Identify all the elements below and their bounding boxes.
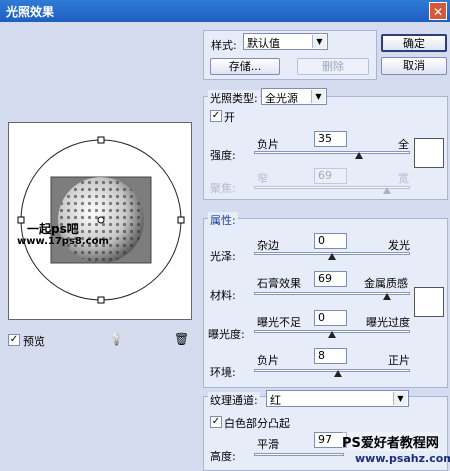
preview-label: 预览	[23, 335, 45, 348]
ambience-right-label: 正片	[388, 354, 410, 367]
style-label: 样式:	[211, 39, 237, 52]
light-handle-left	[17, 216, 25, 224]
texture-channel-value: 红	[270, 394, 281, 407]
site-watermark: PS爱好者教程网	[342, 432, 439, 451]
ambience-slider-track[interactable]	[254, 369, 410, 372]
light-on-label: 开	[224, 111, 235, 124]
gloss-label: 光泽:	[210, 250, 236, 263]
intensity-left-label: 负片	[257, 138, 279, 151]
exposure-left-label: 曝光不足	[257, 316, 301, 329]
ambience-input[interactable]: 8	[314, 348, 347, 364]
style-select[interactable]: 默认值 ▼	[243, 33, 328, 50]
preview-watermark-url: www.17ps8.com	[17, 236, 109, 247]
preview-checkbox[interactable]: ✓	[8, 334, 20, 346]
intensity-label: 强度:	[210, 149, 236, 162]
exposure-label: 曝光度:	[208, 328, 245, 341]
cancel-button[interactable]: 取消	[381, 57, 447, 75]
texture-channel-label: 纹理通道:	[208, 392, 260, 408]
site-watermark-url: www.psahz.com	[355, 452, 450, 465]
height-label: 高度:	[210, 450, 236, 463]
white-high-checkbox[interactable]: ✓	[210, 416, 222, 428]
material-slider-thumb[interactable]	[382, 293, 391, 300]
title-bar	[0, 0, 450, 22]
light-center	[97, 216, 105, 224]
gloss-left-label: 杂边	[257, 239, 279, 252]
preview-watermark: 一起ps吧	[27, 222, 79, 236]
chevron-down-icon: ▼	[393, 392, 407, 405]
light-handle-right	[177, 216, 185, 224]
light-type-group	[203, 96, 448, 200]
focus-slider-thumb[interactable]	[382, 187, 391, 194]
light-bulb-icon[interactable]: 💡	[109, 332, 124, 346]
height-left-label: 平滑	[257, 438, 279, 451]
light-type-select[interactable]: 全光源 ▼	[261, 88, 327, 105]
ambience-label: 环境:	[210, 366, 236, 379]
exposure-input[interactable]: 0	[314, 310, 347, 326]
material-right-label: 金属质感	[364, 277, 408, 290]
focus-left-label: 窄	[257, 172, 268, 185]
style-select-value: 默认值	[247, 37, 280, 50]
intensity-right-label: 全	[398, 138, 409, 151]
ambience-slider-thumb[interactable]	[334, 370, 343, 377]
focus-label: 聚焦:	[210, 182, 236, 195]
exposure-slider-thumb[interactable]	[328, 331, 336, 338]
material-label: 材料:	[210, 289, 236, 302]
ambient-color-swatch[interactable]	[414, 287, 444, 317]
trash-icon[interactable]: 🗑	[174, 332, 189, 346]
focus-right-label: 宽	[398, 172, 409, 185]
properties-header: 属性:	[208, 212, 238, 228]
close-button[interactable]: ✕	[429, 2, 447, 20]
gloss-right-label: 发光	[388, 239, 410, 252]
material-left-label: 石膏效果	[257, 277, 301, 290]
light-type-label: 光照类型:	[208, 90, 260, 106]
chevron-down-icon: ▼	[311, 90, 325, 103]
gloss-input[interactable]: 0	[314, 233, 347, 249]
light-type-select-value: 全光源	[265, 92, 298, 105]
exposure-right-label: 曝光过度	[366, 316, 410, 329]
chevron-down-icon: ▼	[312, 35, 326, 48]
white-high-label: 白色部分凸起	[224, 417, 290, 430]
delete-style-button[interactable]: 删除	[297, 58, 369, 75]
intensity-input[interactable]: 35	[314, 131, 347, 147]
light-color-swatch[interactable]	[414, 138, 444, 168]
light-handle-top	[97, 136, 105, 144]
intensity-slider-thumb[interactable]	[354, 152, 363, 159]
save-style-button[interactable]: 存储...	[210, 58, 280, 75]
height-slider-track[interactable]	[254, 453, 344, 456]
light-on-checkbox[interactable]: ✓	[210, 110, 222, 122]
material-input[interactable]: 69	[314, 271, 347, 287]
window-title: 光照效果	[6, 5, 55, 19]
light-handle-bottom	[97, 296, 105, 304]
intensity-slider-track[interactable]	[254, 151, 410, 154]
ok-button[interactable]: 确定	[381, 34, 447, 52]
ambience-left-label: 负片	[257, 354, 279, 367]
preview-frame: 一起ps吧 www.17ps8.com	[8, 122, 192, 320]
gloss-slider-thumb[interactable]	[328, 253, 336, 260]
texture-channel-select[interactable]: 红 ▼	[266, 390, 409, 407]
focus-input[interactable]: 69	[314, 168, 347, 184]
